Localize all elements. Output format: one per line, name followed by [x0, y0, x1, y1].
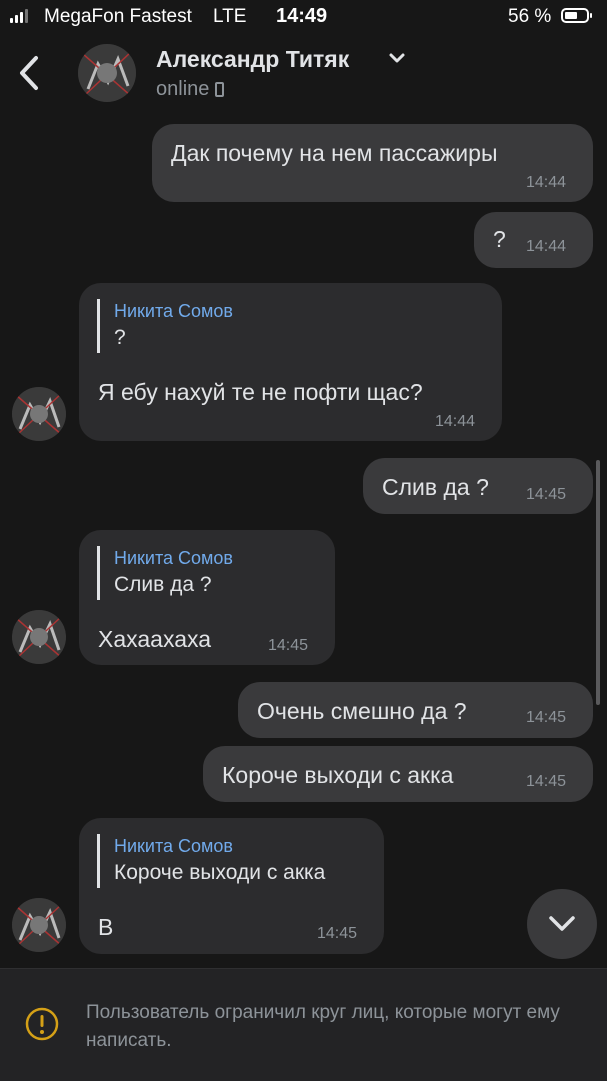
message-bubble-outgoing[interactable]: Дак почему на нем пассажиры 14:44 [152, 124, 593, 202]
back-button[interactable] [14, 52, 46, 94]
battery-percent: 56 % [508, 6, 552, 27]
message-bubble-outgoing[interactable]: Слив да ? 14:45 [363, 458, 593, 514]
restriction-notice-text: Пользователь ограничил круг лиц, которые… [86, 1002, 560, 1051]
message-time: 14:45 [526, 486, 567, 503]
message-bubble-outgoing[interactable]: Очень смешно да ? 14:45 [238, 682, 593, 738]
reply-quote[interactable]: Никита Сомов ? [97, 299, 233, 353]
reply-quote[interactable]: Никита Сомов Слив да ? [97, 546, 233, 600]
reply-text: Короче выходи с акка [114, 861, 326, 884]
message-bubble-incoming[interactable]: Никита Сомов Слив да ? Хахаахаха 14:45 [79, 530, 335, 665]
message-text: Короче выходи с акка [222, 762, 454, 788]
message-text: Я ебу нахуй те не пофти щас? [98, 379, 423, 405]
chat-header: Александр Титяк online [0, 34, 607, 112]
battery-icon [561, 8, 592, 23]
status-time: 14:49 [276, 5, 328, 27]
contact-status: online [156, 78, 225, 101]
contact-name[interactable]: Александр Титяк [156, 46, 349, 73]
message-time: 14:45 [526, 773, 567, 790]
message-time: 14:45 [526, 709, 567, 726]
message-bubble-outgoing[interactable]: ? 14:44 [474, 212, 593, 268]
message-time: 14:45 [317, 925, 358, 942]
reply-text: Слив да ? [114, 573, 212, 596]
reply-quote[interactable]: Никита Сомов Короче выходи с акка [97, 834, 325, 888]
restriction-notice-bar: Пользователь ограничил круг лиц, которые… [0, 968, 607, 1081]
reply-author: Никита Сомов [114, 301, 233, 321]
sender-avatar[interactable] [12, 387, 66, 441]
chevron-down-icon [549, 916, 575, 931]
message-text: ? [493, 226, 506, 252]
reply-author: Никита Сомов [114, 548, 233, 568]
network-type: LTE [213, 6, 247, 27]
status-text: online [156, 78, 210, 100]
message-time: 14:44 [435, 413, 476, 430]
message-bubble-incoming[interactable]: Никита Сомов ? Я ебу нахуй те не пофти щ… [79, 283, 502, 441]
carrier-name: MegaFon Fastest [44, 6, 192, 27]
scrollbar[interactable] [596, 460, 600, 705]
chevron-down-icon[interactable] [387, 50, 407, 66]
message-text: Очень смешно да ? [257, 698, 467, 724]
message-time: 14:45 [268, 637, 309, 654]
scroll-down-button[interactable] [527, 889, 597, 959]
message-text: Слив да ? [382, 474, 489, 500]
phone-icon [215, 82, 225, 97]
exclamation-circle-icon [25, 1007, 59, 1041]
chevron-left-icon [20, 56, 38, 90]
reply-text: ? [114, 326, 126, 349]
status-bar: MegaFon Fastest LTE 14:49 56 % [0, 0, 607, 34]
sender-avatar[interactable] [12, 610, 66, 664]
message-time: 14:44 [526, 238, 567, 255]
message-bubble-outgoing[interactable]: Короче выходи с акка 14:45 [203, 746, 593, 802]
message-text: Хахаахаха [98, 626, 212, 652]
message-text: В [98, 914, 114, 940]
message-bubble-incoming[interactable]: Никита Сомов Короче выходи с акка В 14:4… [79, 818, 384, 954]
contact-avatar[interactable] [78, 44, 136, 102]
signal-icon [10, 9, 28, 23]
message-time: 14:44 [526, 174, 567, 191]
reply-author: Никита Сомов [114, 836, 233, 856]
sender-avatar[interactable] [12, 898, 66, 952]
message-text: Дак почему на нем пассажиры [171, 140, 498, 166]
